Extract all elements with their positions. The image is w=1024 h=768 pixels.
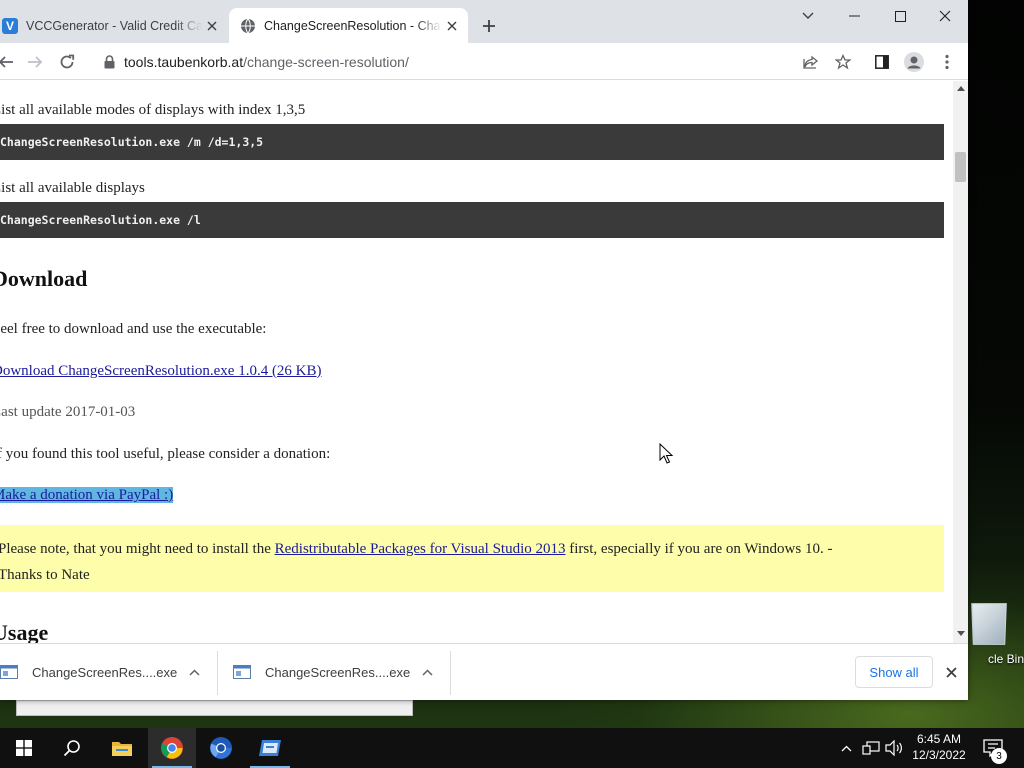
note-text-after: first, especially if you are on Windows … bbox=[565, 541, 833, 557]
chrome-beta-icon[interactable] bbox=[197, 728, 245, 768]
last-update-date: 2017-01-03 bbox=[65, 404, 136, 420]
globe-icon bbox=[240, 18, 256, 34]
v-logo-icon: V bbox=[2, 17, 18, 34]
download-item[interactable]: ChangeScreenRes....exe bbox=[233, 652, 448, 692]
windows-start-icon[interactable] bbox=[0, 728, 48, 768]
chevron-up-icon[interactable] bbox=[419, 664, 435, 680]
tab-title: VCCGenerator - Valid Credit Card Generat… bbox=[26, 18, 202, 33]
code-text: ChangeScreenResolution.exe /m /d=1,3,5 bbox=[0, 135, 264, 149]
paypal-donation-link[interactable]: Make a donation via PayPal :) bbox=[0, 487, 174, 503]
forward-arrow-icon[interactable] bbox=[23, 50, 47, 74]
browser-window: V VCCGenerator - Valid Credit Card Gener… bbox=[0, 0, 968, 700]
text-list-modes: List all available modes of displays wit… bbox=[0, 102, 306, 118]
app-window-icon[interactable] bbox=[246, 728, 294, 768]
notification-count-badge: 3 bbox=[991, 748, 1007, 764]
show-all-button[interactable]: Show all bbox=[855, 656, 933, 688]
exe-file-icon bbox=[233, 665, 251, 679]
clock-time: 6:45 AM bbox=[916, 732, 962, 746]
background-window-edge[interactable] bbox=[16, 700, 413, 716]
file-explorer-icon[interactable] bbox=[98, 728, 146, 768]
download-filename: ChangeScreenRes....exe bbox=[32, 664, 178, 680]
browser-toolbar: tools.taubenkorb.at/change-screen-resolu… bbox=[0, 43, 968, 80]
text-list-displays: List all available displays bbox=[0, 180, 145, 196]
download-item[interactable]: ChangeScreenRes....exe bbox=[0, 652, 215, 692]
bookmark-star-icon[interactable] bbox=[831, 50, 855, 74]
url-path: /change-screen-resolution/ bbox=[243, 54, 409, 70]
scroll-up-arrow-icon[interactable] bbox=[953, 81, 968, 96]
donation-intro: If you found this tool useful, please co… bbox=[0, 446, 331, 462]
clock-date: 12/3/2022 bbox=[912, 748, 966, 762]
tab-search-chevron-icon[interactable] bbox=[785, 0, 831, 32]
chrome-taskbar-icon[interactable] bbox=[148, 728, 196, 768]
note-box: Please note, that you might need to inst… bbox=[0, 525, 944, 592]
close-shelf-icon[interactable] bbox=[941, 662, 961, 682]
divider bbox=[450, 651, 451, 695]
taskbar: 6:45 AM 12/3/2022 bbox=[0, 728, 1024, 768]
volume-icon[interactable] bbox=[884, 728, 904, 768]
profile-avatar-icon[interactable] bbox=[902, 50, 926, 74]
recycle-bin-icon bbox=[971, 603, 1007, 645]
tab-vccgenerator[interactable]: V VCCGenerator - Valid Credit Card Gener… bbox=[0, 8, 228, 43]
share-icon[interactable] bbox=[799, 50, 823, 74]
close-window-icon[interactable] bbox=[922, 0, 968, 32]
taskbar-clock[interactable]: 6:45 AM 12/3/2022 bbox=[905, 731, 973, 763]
download-intro: Feel free to download and use the execut… bbox=[0, 321, 267, 337]
minimize-icon[interactable] bbox=[831, 0, 877, 32]
code-block-modes: ChangeScreenResolution.exe /m /d=1,3,5 bbox=[0, 124, 944, 160]
url-host: tools.taubenkorb.at bbox=[124, 54, 244, 70]
chevron-up-icon[interactable] bbox=[186, 664, 202, 680]
donation-line: Make a donation via PayPal :) bbox=[0, 487, 174, 504]
note-thanks: Thanks to Nate bbox=[0, 567, 90, 583]
page-scrollbar[interactable] bbox=[953, 81, 968, 643]
tab-title: ChangeScreenResolution - Change Screen R… bbox=[264, 18, 442, 33]
maximize-icon[interactable] bbox=[877, 0, 923, 32]
code-text: ChangeScreenResolution.exe /l bbox=[0, 213, 201, 227]
kebab-menu-icon[interactable] bbox=[935, 50, 959, 74]
close-tab-icon[interactable] bbox=[202, 16, 222, 36]
download-link[interactable]: Download ChangeScreenResolution.exe 1.0.… bbox=[0, 363, 322, 380]
last-update-label: Last update bbox=[0, 404, 62, 420]
tab-changescreenresolution[interactable]: ChangeScreenResolution - Change Screen R… bbox=[229, 8, 468, 43]
side-panel-icon[interactable] bbox=[870, 50, 894, 74]
download-heading: Download bbox=[0, 266, 88, 291]
tray-chevron-up-icon[interactable] bbox=[838, 728, 854, 768]
code-block-displays: ChangeScreenResolution.exe /l bbox=[0, 202, 944, 238]
network-icon[interactable] bbox=[861, 728, 881, 768]
download-filename: ChangeScreenRes....exe bbox=[265, 664, 411, 680]
address-bar[interactable]: tools.taubenkorb.at/change-screen-resolu… bbox=[90, 47, 858, 77]
scroll-down-arrow-icon[interactable] bbox=[953, 626, 968, 641]
divider bbox=[217, 651, 218, 695]
redistributable-link[interactable]: Redistributable Packages for Visual Stud… bbox=[275, 541, 566, 557]
new-tab-plus-icon[interactable] bbox=[478, 15, 500, 37]
search-icon[interactable] bbox=[48, 728, 96, 768]
download-shelf: ChangeScreenRes....exe ChangeScreenRes..… bbox=[0, 643, 968, 700]
note-text: Please note, that you might need to inst… bbox=[0, 541, 275, 557]
exe-file-icon bbox=[0, 665, 18, 679]
tab-strip: V VCCGenerator - Valid Credit Card Gener… bbox=[0, 0, 968, 43]
page-viewport: List all available modes of displays wit… bbox=[0, 81, 953, 643]
mouse-cursor-icon bbox=[659, 442, 675, 465]
scrollbar-thumb[interactable] bbox=[955, 152, 966, 182]
close-tab-icon[interactable] bbox=[442, 16, 462, 36]
back-arrow-icon[interactable] bbox=[0, 50, 18, 74]
lock-icon[interactable] bbox=[102, 54, 116, 70]
usage-heading: Usage bbox=[0, 620, 49, 643]
reload-icon[interactable] bbox=[55, 50, 79, 74]
last-update: Last update 2017-01-03 bbox=[0, 404, 135, 421]
